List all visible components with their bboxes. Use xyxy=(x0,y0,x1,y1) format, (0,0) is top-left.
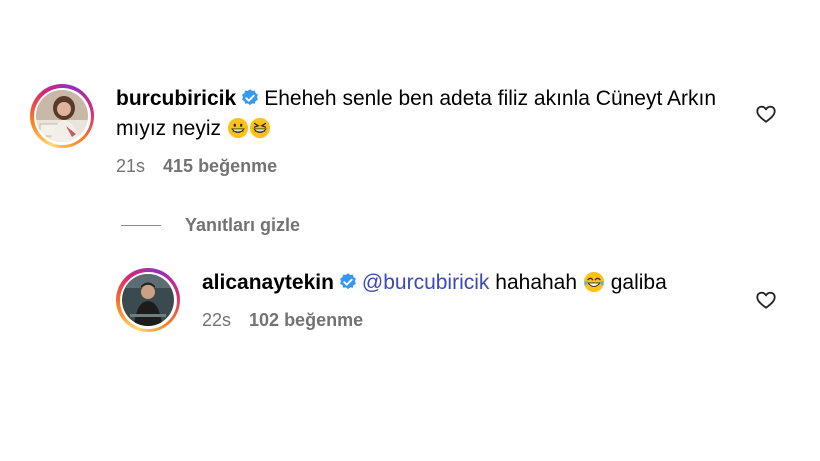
mention-link[interactable]: @burcubiricik xyxy=(362,271,490,294)
comment: burcubiricik Eheheh senle ben adeta fili… xyxy=(30,84,716,177)
avatar-photo xyxy=(122,274,174,326)
comment-likes[interactable]: 102 beğenme xyxy=(249,310,363,331)
comment-username[interactable]: burcubiricik xyxy=(116,87,236,110)
like-heart-icon[interactable] xyxy=(755,289,777,311)
comment-timestamp[interactable]: 21s xyxy=(116,156,145,177)
reply-comment: alicanaytekin @burcubiricik hahahah gali… xyxy=(116,268,762,332)
comment-meta: 22s 102 beğenme xyxy=(202,310,762,331)
replies-divider xyxy=(121,225,161,226)
verified-badge-icon xyxy=(242,89,259,106)
comment-meta: 21s 415 beğenme xyxy=(116,156,716,177)
tears-of-joy-emoji-icon xyxy=(583,271,604,293)
avatar[interactable] xyxy=(116,268,180,332)
avatar[interactable] xyxy=(30,84,94,148)
verified-badge-icon xyxy=(339,273,356,290)
comment-body-end: galiba xyxy=(610,271,667,294)
comment-timestamp[interactable]: 22s xyxy=(202,310,231,331)
avatar-photo xyxy=(36,90,88,142)
comment-body: hahahah xyxy=(495,271,578,294)
hide-replies-label: Yanıtları gizle xyxy=(185,215,301,235)
comment-username[interactable]: alicanaytekin xyxy=(202,271,334,294)
squinting-face-emoji-icon xyxy=(249,117,270,139)
grinning-face-emoji-icon xyxy=(227,117,248,139)
comment-likes[interactable]: 415 beğenme xyxy=(163,156,277,177)
hide-replies-button[interactable]: Yanıtları gizle xyxy=(121,215,300,236)
like-heart-icon[interactable] xyxy=(755,103,777,125)
comment-text: alicanaytekin @burcubiricik hahahah gali… xyxy=(202,268,762,298)
comment-text: burcubiricik Eheheh senle ben adeta fili… xyxy=(116,84,716,144)
